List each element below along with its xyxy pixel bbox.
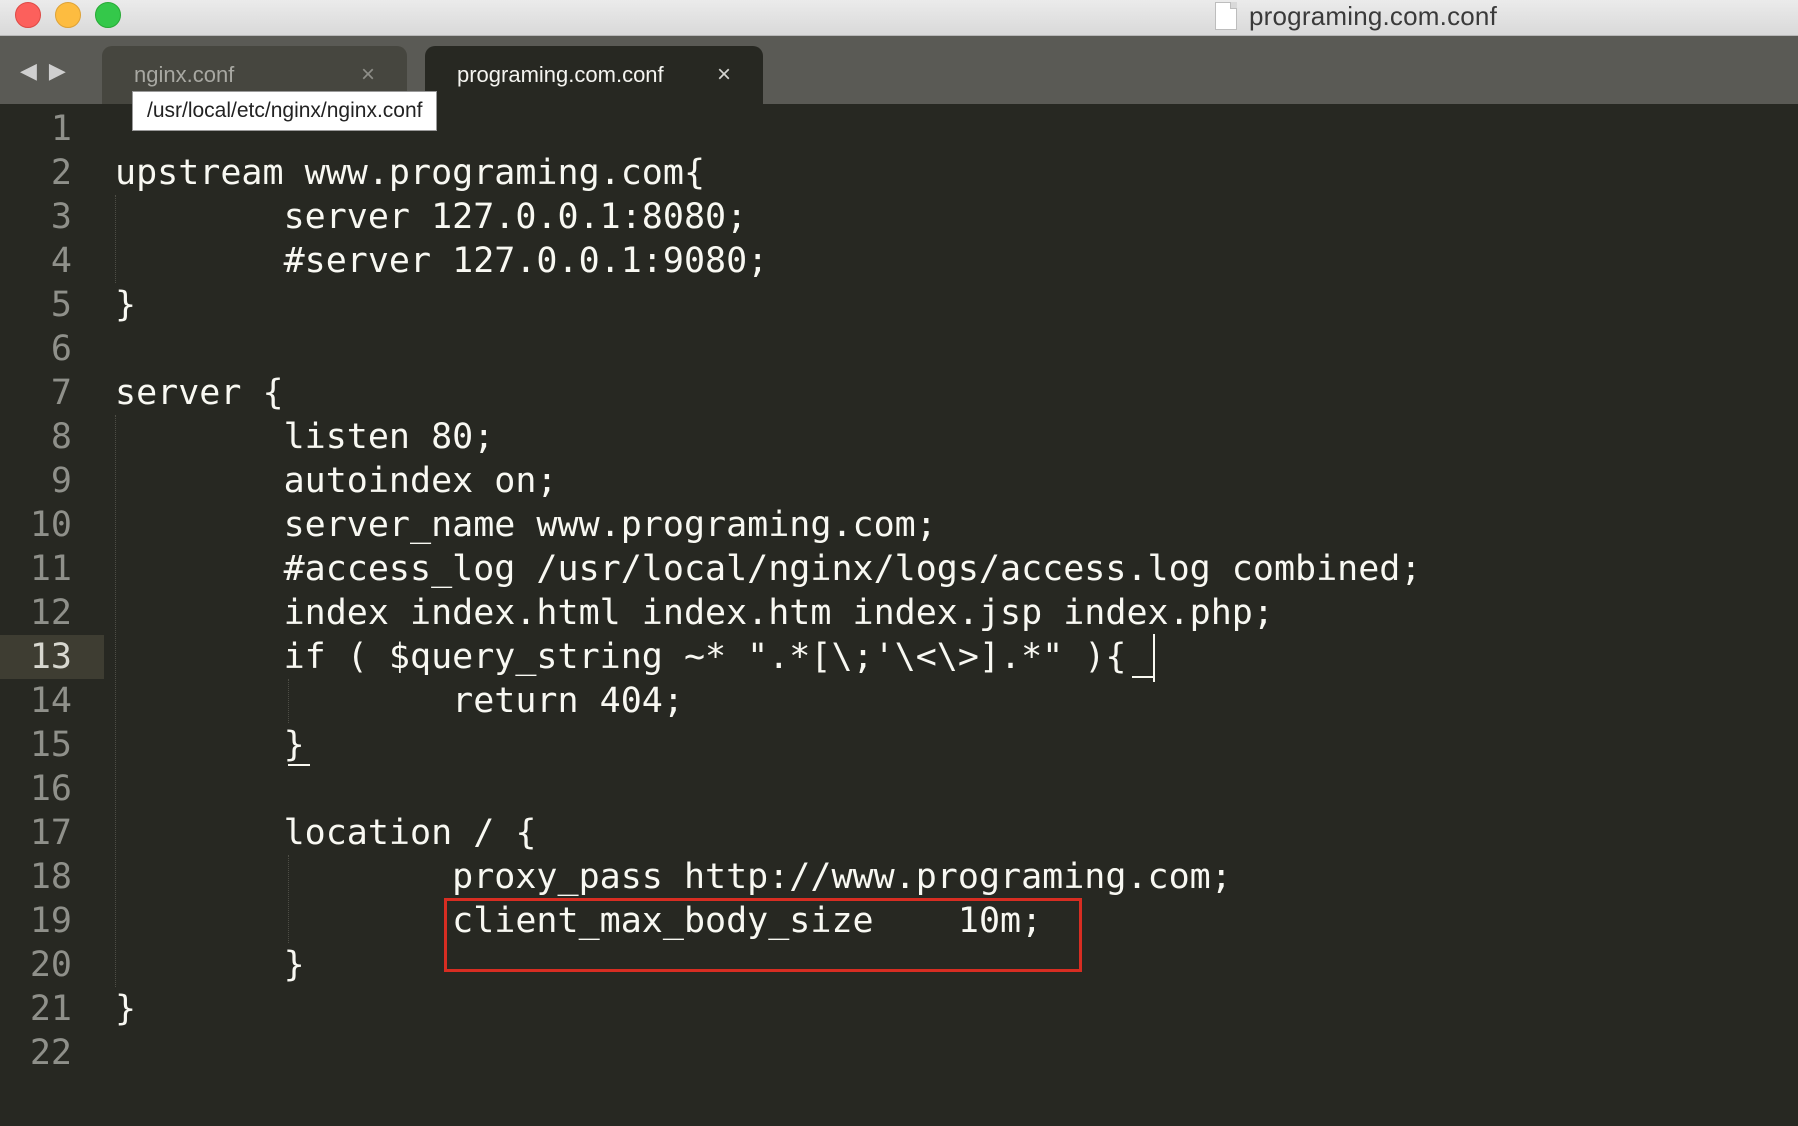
- line-number: 22: [29, 1033, 72, 1073]
- line-number: 17: [29, 813, 72, 853]
- bracket-match-underline: [1132, 676, 1154, 678]
- line-number: 4: [50, 241, 72, 281]
- code-line[interactable]: }: [115, 283, 136, 327]
- line-number: 5: [50, 285, 72, 325]
- code-line[interactable]: }: [115, 987, 136, 1031]
- back-arrow-icon[interactable]: ◀: [20, 58, 37, 84]
- indent-guide: [115, 195, 117, 283]
- code-line[interactable]: if ( $query_string ~* ".*[\;'\<\>].*" ){: [115, 635, 1127, 679]
- close-window-button[interactable]: [15, 2, 41, 28]
- line-number: 16: [29, 769, 72, 809]
- line-number: 12: [29, 593, 72, 633]
- minimize-window-button[interactable]: [55, 2, 81, 28]
- code-line[interactable]: server 127.0.0.1:8080;: [115, 195, 748, 239]
- code-line[interactable]: index index.html index.htm index.jsp ind…: [115, 591, 1274, 635]
- code-line[interactable]: }: [115, 943, 305, 987]
- tab-label: programing.com.conf: [457, 62, 664, 87]
- code-line[interactable]: location / {: [115, 811, 537, 855]
- code-line[interactable]: client_max_body_size 10m;: [115, 899, 1042, 943]
- line-number: 20: [29, 945, 72, 985]
- zoom-window-button[interactable]: [95, 2, 121, 28]
- line-number: 9: [50, 461, 72, 501]
- code-line[interactable]: autoindex on;: [115, 459, 558, 503]
- title-bar: programing.com.conf: [0, 0, 1798, 36]
- line-number: 6: [50, 329, 72, 369]
- line-number: 7: [50, 373, 72, 413]
- code-line[interactable]: #access_log /usr/local/nginx/logs/access…: [115, 547, 1422, 591]
- tab-close-icon[interactable]: ×: [361, 61, 375, 89]
- tab-close-icon[interactable]: ×: [717, 61, 731, 89]
- line-number: 2: [50, 153, 72, 193]
- indent-guide: [288, 679, 290, 723]
- line-number: 10: [29, 505, 72, 545]
- line-number: 18: [29, 857, 72, 897]
- code-line[interactable]: return 404;: [115, 679, 684, 723]
- line-number: 8: [50, 417, 72, 457]
- indent-guide: [288, 855, 290, 943]
- code-line[interactable]: server_name www.programing.com;: [115, 503, 937, 547]
- line-number: 14: [29, 681, 72, 721]
- window-title-group: programing.com.conf: [1215, 0, 1497, 32]
- text-caret: [1153, 634, 1155, 682]
- window-title: programing.com.conf: [1249, 0, 1498, 31]
- line-number: 13: [0, 635, 104, 679]
- bracket-match-underline: [288, 764, 310, 766]
- tab-nav-arrows: ◀ ▶: [20, 58, 66, 84]
- line-number: 19: [29, 901, 72, 941]
- code-editor[interactable]: 1 2 upstream www.programing.com{ 3 server 1…: [0, 104, 1798, 1126]
- editor-window: programing.com.conf ◀ ▶ nginx.conf × pro…: [0, 0, 1798, 1126]
- indent-guide: [115, 415, 117, 987]
- line-number: 3: [50, 197, 72, 237]
- tab-label: nginx.conf: [134, 62, 235, 87]
- code-line[interactable]: }: [115, 723, 305, 767]
- tab-programing-com-conf[interactable]: programing.com.conf ×: [425, 46, 763, 104]
- code-line[interactable]: proxy_pass http://www.programing.com;: [115, 855, 1232, 899]
- code-line[interactable]: listen 80;: [115, 415, 495, 459]
- forward-arrow-icon[interactable]: ▶: [49, 58, 66, 84]
- tab-path-tooltip: /usr/local/etc/nginx/nginx.conf: [132, 91, 438, 131]
- line-number: 1: [50, 109, 72, 149]
- code-line[interactable]: upstream www.programing.com{: [115, 151, 705, 195]
- line-number: 15: [29, 725, 72, 765]
- document-icon: [1215, 2, 1237, 30]
- code-line[interactable]: #server 127.0.0.1:9080;: [115, 239, 769, 283]
- line-number: 21: [29, 989, 72, 1029]
- line-number: 11: [29, 549, 72, 589]
- code-line[interactable]: server {: [115, 371, 284, 415]
